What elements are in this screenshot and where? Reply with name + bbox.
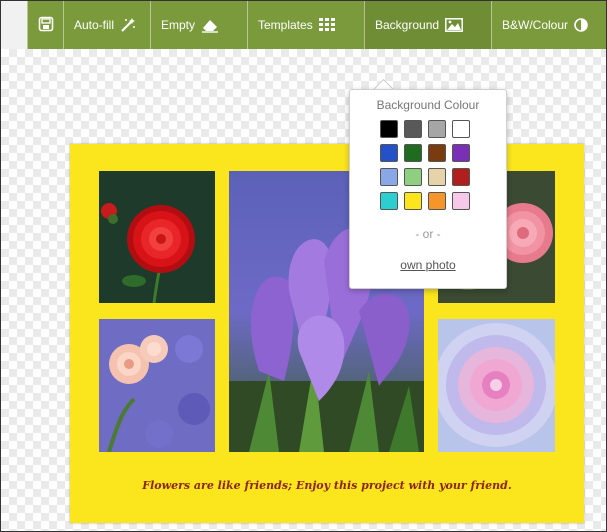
empty-button[interactable]: Empty (150, 1, 247, 49)
or-separator: - or - (415, 227, 441, 241)
photo-red-dahlia[interactable] (99, 171, 215, 303)
colour-swatch[interactable] (428, 120, 446, 138)
background-label: Background (375, 18, 440, 32)
colour-swatch[interactable] (452, 192, 470, 210)
colour-swatch[interactable] (404, 144, 422, 162)
colour-swatch[interactable] (428, 192, 446, 210)
colour-swatch[interactable] (380, 144, 398, 162)
colour-swatch[interactable] (380, 120, 398, 138)
colour-swatch[interactable] (428, 168, 446, 186)
own-photo-link[interactable]: own photo (350, 258, 506, 272)
magic-wand-icon (120, 17, 136, 33)
background-button[interactable]: Background (364, 1, 491, 49)
save-icon (38, 16, 54, 35)
bw-colour-button[interactable]: B&W/Colour (491, 1, 606, 49)
toolbar: Auto-fill Empty Templates Background B&W… (1, 1, 606, 49)
eraser-icon (201, 17, 219, 33)
photo-pastel-dahlia[interactable] (438, 319, 555, 452)
colour-swatch[interactable] (428, 144, 446, 162)
colour-swatch[interactable] (404, 120, 422, 138)
background-colour-popup: Background Colour - or - own photo (349, 89, 507, 289)
save-button[interactable] (27, 1, 63, 49)
image-icon (445, 18, 463, 32)
colour-swatch[interactable] (452, 168, 470, 186)
photo-peach-roses[interactable] (99, 319, 215, 452)
empty-label: Empty (161, 18, 196, 32)
popup-title: Background Colour (376, 98, 480, 112)
colour-swatch[interactable] (452, 144, 470, 162)
colour-swatch-grid (380, 120, 476, 210)
colour-swatch[interactable] (380, 192, 398, 210)
bw-colour-label: B&W/Colour (502, 18, 569, 32)
templates-button[interactable]: Templates (247, 1, 364, 49)
grid-icon (318, 18, 335, 32)
autofill-label: Auto-fill (74, 18, 115, 32)
colour-swatch[interactable] (452, 120, 470, 138)
autofill-button[interactable]: Auto-fill (63, 1, 150, 49)
templates-label: Templates (258, 18, 313, 32)
toolbar-left-margin (1, 1, 27, 49)
colour-swatch[interactable] (404, 192, 422, 210)
editor-frame: Auto-fill Empty Templates Background B&W… (0, 0, 607, 532)
colour-swatch[interactable] (404, 168, 422, 186)
contrast-icon (574, 18, 588, 32)
colour-swatch[interactable] (380, 168, 398, 186)
collage-caption[interactable]: Flowers are like friends; Enjoy this pro… (70, 479, 584, 492)
